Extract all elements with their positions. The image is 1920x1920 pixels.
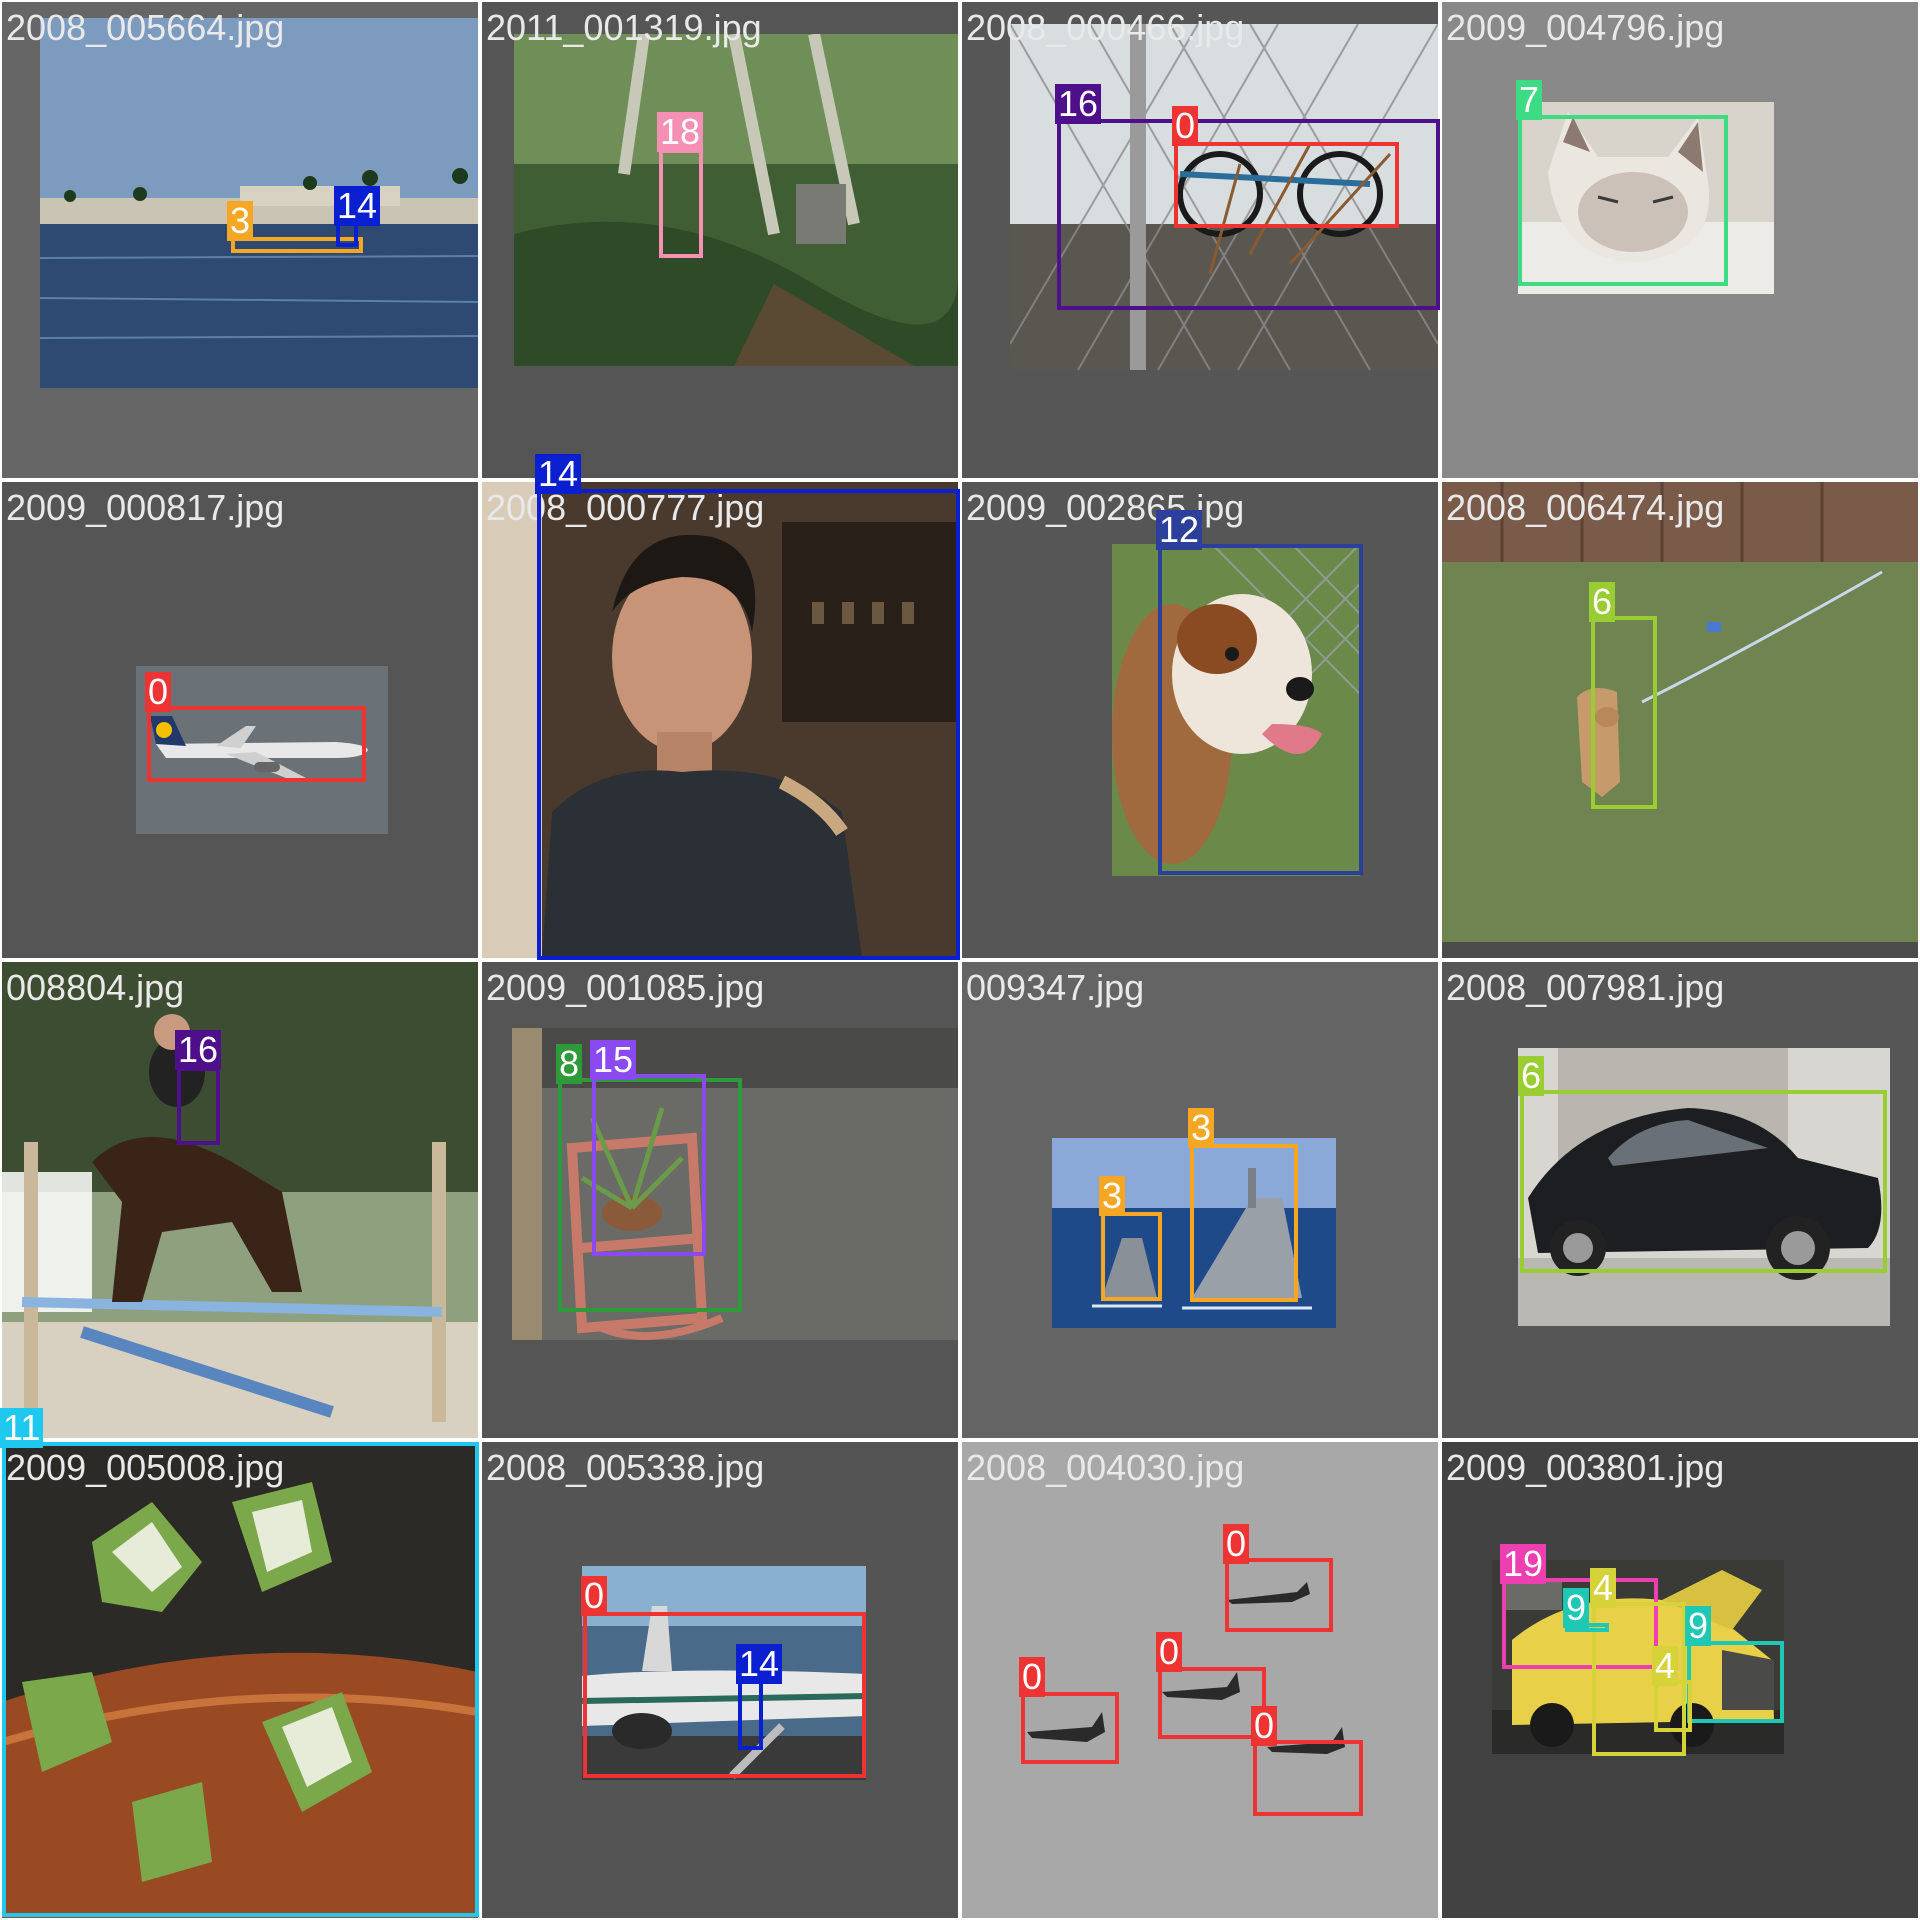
tile-2009_000817[interactable]: 2009_000817.jpg xyxy=(2,482,478,958)
tile-filename: 2011_001319.jpg xyxy=(486,7,762,48)
tile-filename: 2009_003801.jpg xyxy=(1446,1447,1725,1488)
tile-filename: 2008_000466.jpg xyxy=(966,7,1245,48)
tile-filename: 2009_001085.jpg xyxy=(486,967,765,1008)
tile-2009_003801[interactable]: 2009_003801.jpg xyxy=(1442,1442,1918,1918)
tile-filename: 008804.jpg xyxy=(6,967,185,1008)
tile-filename: 2009_004796.jpg xyxy=(1446,7,1725,48)
tile-filename: 2008_005338.jpg xyxy=(486,1447,765,1488)
tile-2008_005664[interactable]: 2008_005664.jpg xyxy=(2,2,478,478)
ivy-photo xyxy=(2,1442,478,1918)
cat-photo xyxy=(1518,102,1774,294)
tile-2008_005338[interactable]: 2008_005338.jpg xyxy=(482,1442,958,1918)
chair-plant-photo xyxy=(512,1028,958,1340)
jets-photo xyxy=(962,1442,1438,1918)
sedan-photo xyxy=(1518,1048,1890,1326)
tile-filename: 2008_007981.jpg xyxy=(1446,967,1725,1008)
yard-photo xyxy=(1442,482,1918,942)
forest-photo xyxy=(514,34,958,366)
taxi-photo xyxy=(1492,1560,1784,1754)
horse-jump-photo xyxy=(2,962,478,1438)
mosaic-grid: 2008_005664.jpg 2011_001319.jpg 2008_000… xyxy=(0,0,1920,1920)
spaniel-photo xyxy=(1112,544,1360,876)
tile-2008_004030[interactable]: 2008_004030.jpg xyxy=(962,1442,1438,1918)
tile-filename: 2009_000817.jpg xyxy=(6,487,285,528)
tile-filename: 009347.jpg xyxy=(966,967,1145,1008)
sea-photo xyxy=(40,18,478,388)
tile-2008_007981[interactable]: 2008_007981.jpg xyxy=(1442,962,1918,1438)
tile-filename: 2008_005664.jpg xyxy=(6,7,285,48)
tile-filename: 2008_000777.jpg xyxy=(486,487,765,528)
tile-2009_002865[interactable]: 2009_002865.jpg xyxy=(962,482,1438,958)
tile-008804[interactable]: 008804.jpg xyxy=(2,962,478,1438)
tile-filename: 2008_006474.jpg xyxy=(1446,487,1725,528)
airliner-photo xyxy=(582,1566,866,1780)
tile-2008_000777[interactable]: 2008_000777.jpg xyxy=(482,482,958,958)
tile-2009_005008[interactable]: 2009_005008.jpg xyxy=(2,1442,478,1918)
tile-filename: 2009_005008.jpg xyxy=(6,1447,285,1488)
portrait-photo xyxy=(482,482,958,958)
tile-2009_001085[interactable]: 2009_001085.jpg xyxy=(482,962,958,1438)
tile-2008_000466[interactable]: 2008_000466.jpg xyxy=(962,2,1438,478)
tile-filename: 2008_004030.jpg xyxy=(966,1447,1245,1488)
tile-2008_006474[interactable]: 2008_006474.jpg xyxy=(1442,482,1918,958)
tile-009347[interactable]: 009347.jpg xyxy=(962,962,1438,1438)
tile-2009_004796[interactable]: 2009_004796.jpg xyxy=(1442,2,1918,478)
warships-photo xyxy=(1052,1138,1336,1328)
tile-2011_001319[interactable]: 2011_001319.jpg xyxy=(482,2,958,478)
tile-filename: 2009_002865.jpg xyxy=(966,487,1245,528)
aircraft-photo xyxy=(136,666,388,834)
fence-photo xyxy=(1010,24,1438,370)
